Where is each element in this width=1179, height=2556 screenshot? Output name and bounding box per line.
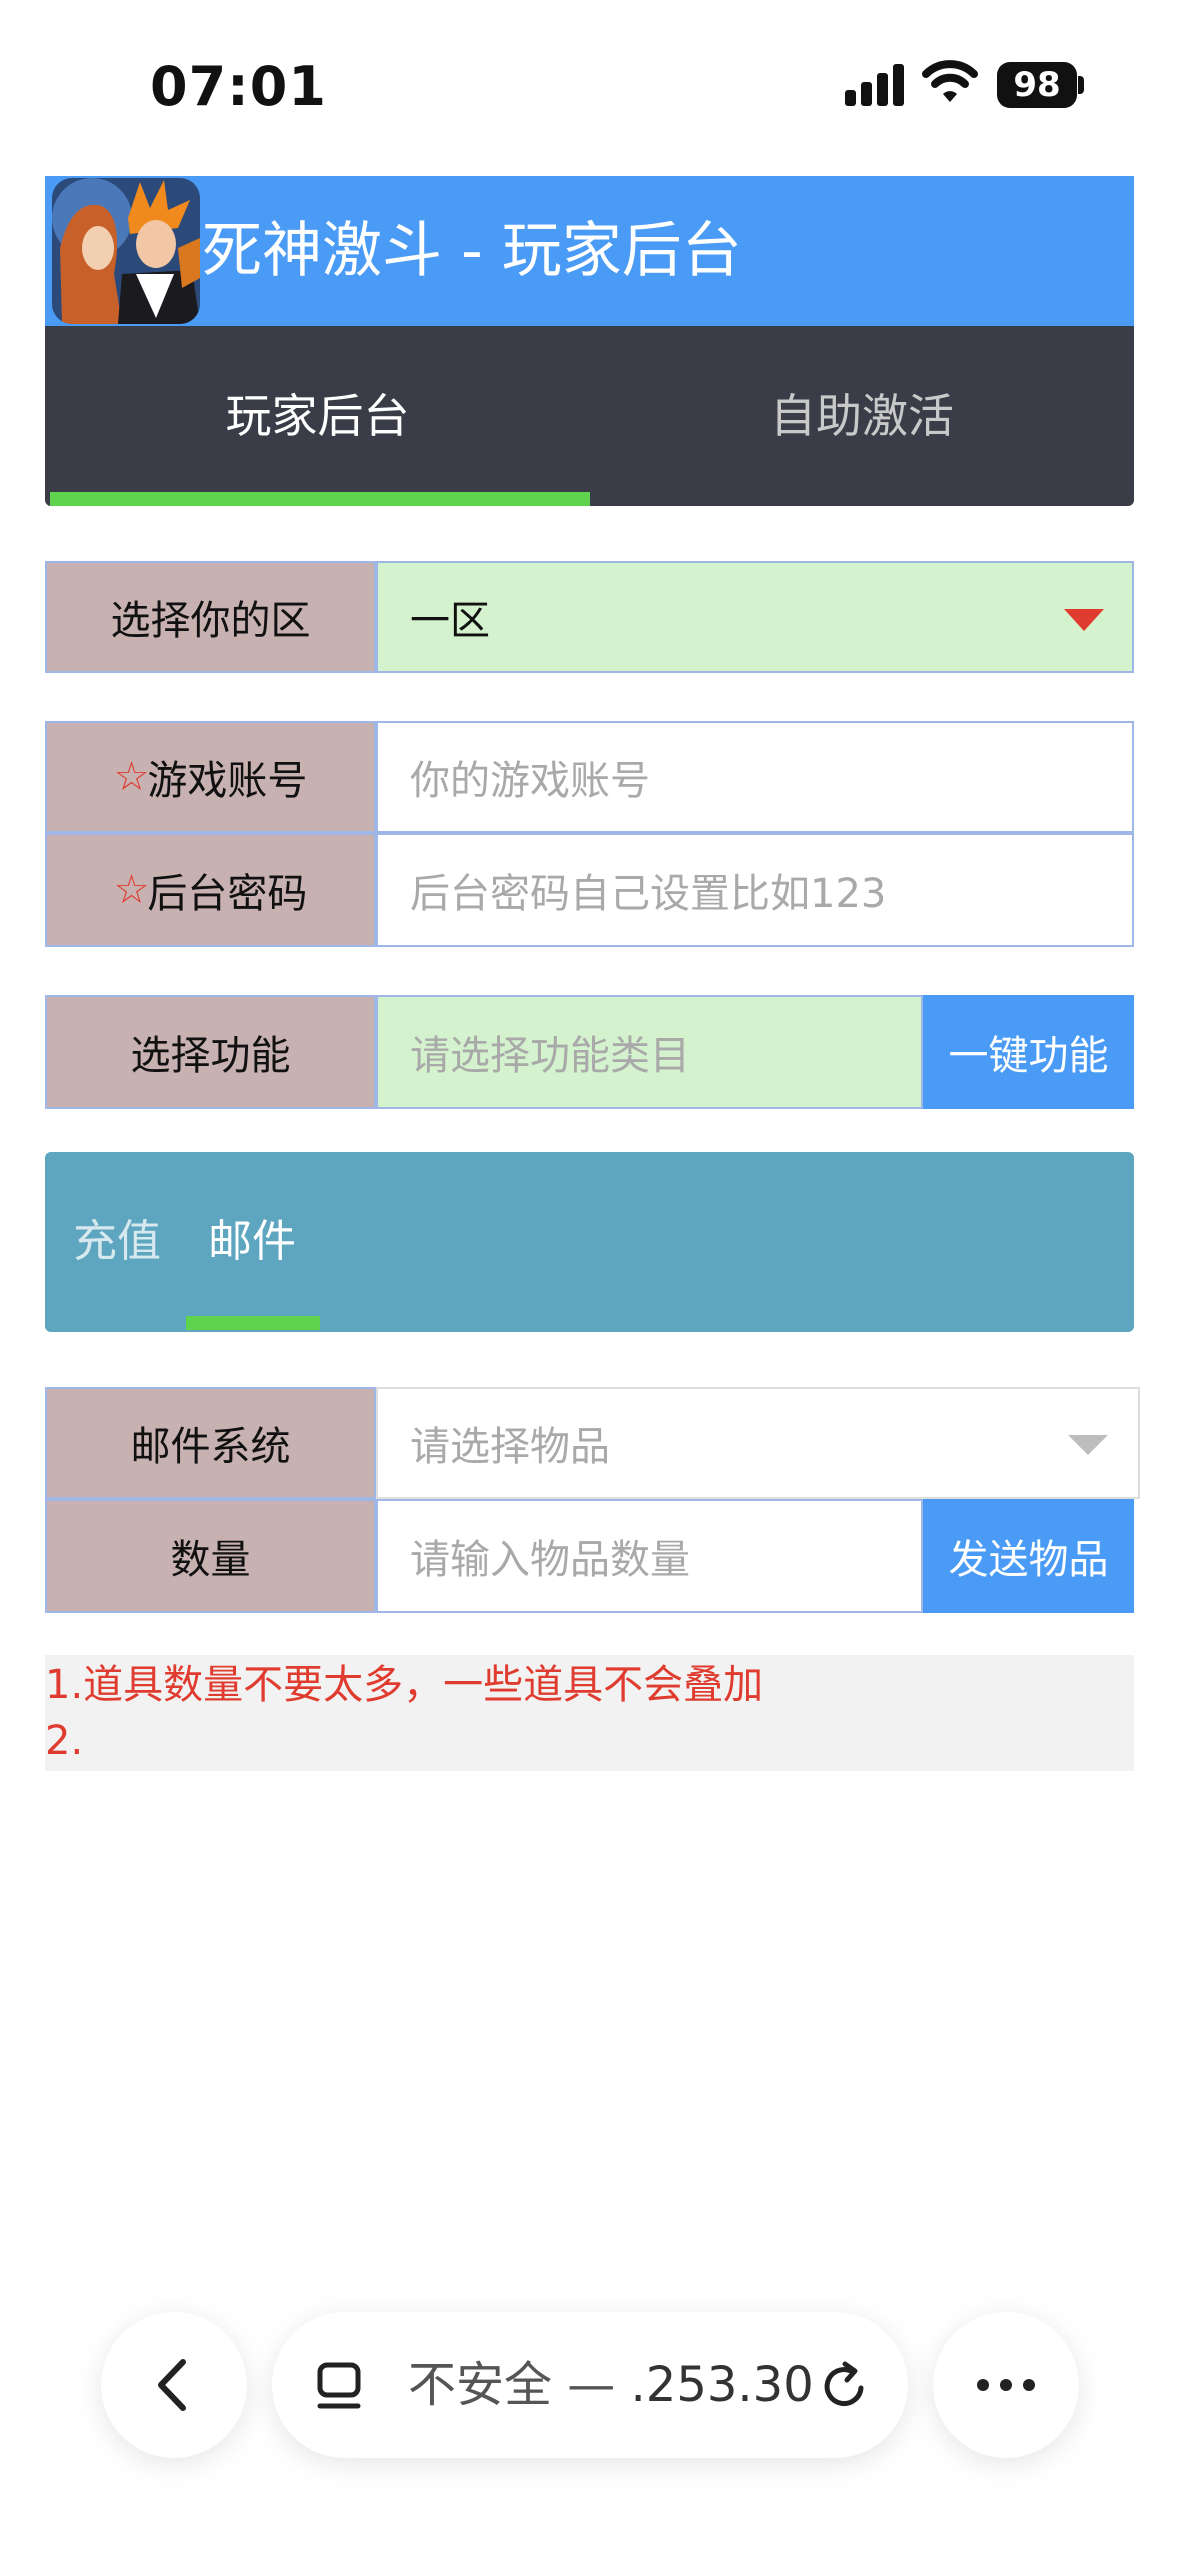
required-star-icon: ☆: [113, 754, 150, 800]
url-text: 不安全 — .253.30: [408, 2312, 814, 2458]
chevron-left-icon: [158, 2359, 186, 2411]
quantity-placeholder: 请输入物品数量: [410, 1537, 690, 1583]
mail-system-label: 邮件系统: [45, 1387, 376, 1499]
dropdown-arrow-icon: [1064, 609, 1104, 631]
function-select[interactable]: 请选择功能类目: [376, 995, 923, 1109]
page-menu-icon[interactable]: [316, 2362, 366, 2412]
url-security-label: 不安全 —: [408, 2357, 631, 2413]
reload-icon[interactable]: [817, 2358, 873, 2414]
password-label: ☆ 后台密码: [45, 833, 376, 947]
tab-self-activation[interactable]: 自助激活: [590, 326, 1134, 506]
note-line-1: 1.道具数量不要太多，一些道具不会叠加: [45, 1662, 764, 1708]
server-label: 选择你的区: [45, 561, 376, 673]
active-tab-indicator: [50, 492, 590, 506]
tab-mail[interactable]: 邮件: [208, 1152, 296, 1332]
account-label-text: 游戏账号: [147, 758, 308, 804]
one-click-function-button[interactable]: 一键功能: [923, 995, 1134, 1109]
tab-recharge[interactable]: 充值: [73, 1152, 161, 1332]
account-input[interactable]: 你的游戏账号: [376, 721, 1134, 833]
tab-player-backend[interactable]: 玩家后台: [45, 326, 590, 506]
notes-box: 1.道具数量不要太多，一些道具不会叠加 2.: [45, 1655, 1134, 1771]
status-time: 07:01: [150, 55, 327, 118]
function-label: 选择功能: [45, 995, 376, 1109]
note-line-2: 2.: [45, 1718, 84, 1764]
server-select[interactable]: 一区: [376, 561, 1134, 673]
wifi-icon: [922, 58, 978, 106]
more-dots-icon: [977, 2379, 1035, 2391]
url-host: .253.30: [630, 2357, 814, 2413]
item-select[interactable]: 请选择物品: [376, 1387, 1140, 1499]
function-placeholder: 请选择功能类目: [410, 1033, 690, 1079]
more-options-button[interactable]: [933, 2312, 1079, 2458]
password-input[interactable]: 后台密码自己设置比如123: [376, 833, 1134, 947]
account-placeholder: 你的游戏账号: [410, 758, 650, 804]
dropdown-arrow-icon: [1068, 1435, 1108, 1455]
battery-cap: [1078, 76, 1084, 94]
quantity-label: 数量: [45, 1499, 376, 1613]
item-select-placeholder: 请选择物品: [410, 1424, 610, 1470]
password-label-text: 后台密码: [147, 871, 308, 917]
page-title: 死神激斗 - 玩家后台: [202, 216, 742, 286]
required-star-icon: ☆: [113, 867, 150, 913]
battery-indicator: 98: [997, 62, 1077, 108]
account-label: ☆ 游戏账号: [45, 721, 376, 833]
game-logo: [52, 178, 200, 324]
active-subtab-indicator: [186, 1316, 320, 1330]
cellular-signal-icon: [845, 62, 905, 106]
password-placeholder: 后台密码自己设置比如123: [410, 871, 887, 917]
send-item-button[interactable]: 发送物品: [923, 1499, 1134, 1613]
quantity-input[interactable]: 请输入物品数量: [376, 1499, 923, 1613]
back-button[interactable]: [101, 2312, 247, 2458]
server-select-value: 一区: [410, 598, 490, 644]
